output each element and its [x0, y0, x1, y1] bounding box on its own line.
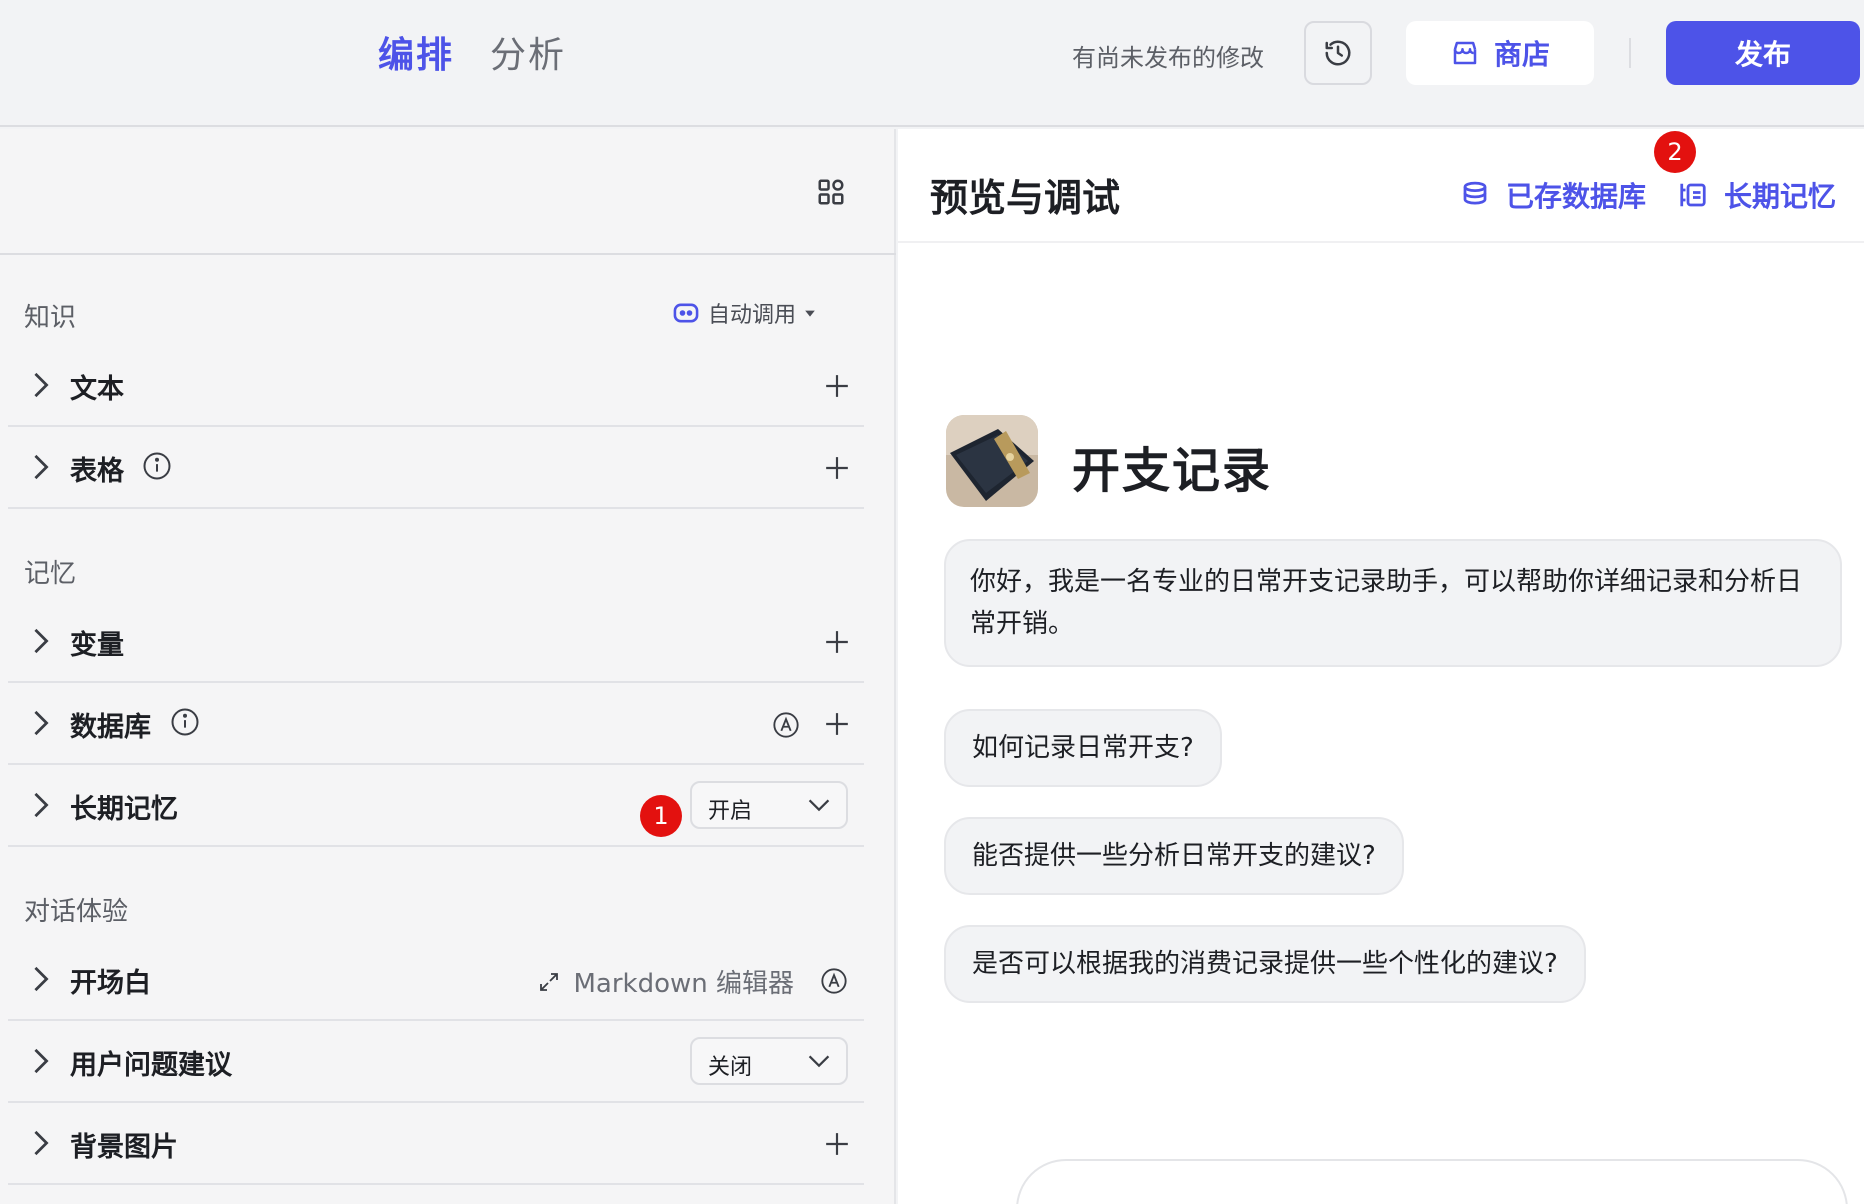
chevron-right-icon — [34, 710, 49, 736]
preview-panel: 预览与调试 已存数据库 2 长期记忆 开支记录 你好，我是一名专业的日常开支记录… — [898, 129, 1864, 1204]
row-label: 背景图片 — [70, 1132, 178, 1163]
database-icon — [1463, 181, 1487, 205]
bot-avatar — [946, 415, 1038, 507]
row-long-term-memory[interactable]: 长期记忆 1 开启 — [8, 765, 864, 847]
store-button[interactable]: 商店 — [1406, 21, 1594, 85]
config-panel: 知识 自动调用 文本 表格 记忆 变量 数据库 长期记忆 1 开启 对话体验 开… — [0, 129, 896, 1204]
section-knowledge-title: 知识 — [24, 303, 77, 333]
store-label: 商店 — [1493, 38, 1550, 71]
add-icon[interactable] — [824, 711, 850, 737]
add-icon[interactable] — [824, 629, 850, 655]
row-background-image[interactable]: 背景图片 — [8, 1103, 864, 1185]
annotation-badge-1: 1 — [640, 795, 682, 837]
row-label: 开场白 — [70, 968, 151, 999]
row-question-suggestions[interactable]: 用户问题建议 关闭 — [8, 1021, 864, 1103]
row-table[interactable]: 表格 — [8, 427, 864, 509]
section-experience-title: 对话体验 — [24, 897, 129, 927]
publish-button[interactable]: 发布 — [1666, 21, 1860, 85]
suggested-question[interactable]: 是否可以根据我的消费记录提供一些个性化的建议? — [944, 925, 1586, 1003]
row-text[interactable]: 文本 — [8, 345, 864, 427]
history-button[interactable] — [1304, 21, 1372, 85]
chevron-down-icon — [808, 1055, 830, 1068]
long-term-memory-select[interactable]: 开启 — [690, 781, 848, 829]
caret-down-icon — [805, 310, 815, 317]
saved-database-label: 已存数据库 — [1506, 180, 1647, 213]
wallet-image-icon — [946, 415, 1038, 507]
memory-list-icon — [1680, 183, 1706, 207]
row-label: 用户问题建议 — [70, 1050, 232, 1081]
tab-arrange[interactable]: 编排 — [378, 26, 454, 78]
add-icon[interactable] — [824, 455, 850, 481]
top-bar: 编排 分析 有尚未发布的修改 商店 发布 — [0, 0, 1864, 127]
question-suggestions-select[interactable]: 关闭 — [690, 1037, 848, 1085]
long-term-memory-label: 长期记忆 — [1724, 180, 1837, 213]
chevron-right-icon — [34, 1130, 49, 1156]
markdown-editor-label: Markdown 编辑器 — [573, 969, 794, 999]
robot-icon — [673, 303, 699, 323]
suggested-question[interactable]: 如何记录日常开支? — [944, 709, 1222, 787]
tab-analysis[interactable]: 分析 — [490, 26, 566, 78]
saved-database-link[interactable]: 已存数据库 — [1460, 175, 1646, 215]
add-icon[interactable] — [824, 1131, 850, 1157]
chat-input[interactable] — [1016, 1159, 1848, 1204]
row-database[interactable]: 数据库 — [8, 683, 864, 765]
row-label: 长期记忆 — [70, 794, 178, 825]
info-icon[interactable] — [142, 451, 172, 481]
chevron-right-icon — [34, 628, 49, 654]
row-variables[interactable]: 变量 — [8, 601, 864, 683]
bot-name: 开支记录 — [1072, 443, 1273, 499]
chevron-right-icon — [34, 966, 49, 992]
select-value: 开启 — [708, 799, 753, 824]
unpublished-notice: 有尚未发布的修改 — [1072, 44, 1264, 72]
preview-title: 预览与调试 — [930, 176, 1121, 220]
history-icon — [1325, 40, 1351, 66]
row-label: 数据库 — [70, 712, 151, 743]
config-panel-header — [0, 129, 896, 255]
auto-call-label: 自动调用 — [708, 303, 797, 328]
expand-icon — [540, 972, 559, 991]
markdown-editor-link[interactable]: Markdown 编辑器 — [537, 963, 794, 1000]
chevron-right-icon — [34, 1048, 49, 1074]
row-label: 变量 — [70, 630, 124, 661]
auto-mode-icon[interactable] — [772, 711, 800, 739]
auto-mode-icon[interactable] — [820, 967, 848, 995]
row-opening[interactable]: 开场白 Markdown 编辑器 — [8, 939, 864, 1021]
long-term-memory-link[interactable]: 长期记忆 — [1678, 175, 1836, 215]
add-icon[interactable] — [824, 373, 850, 399]
select-value: 关闭 — [708, 1055, 753, 1080]
chevron-right-icon — [34, 372, 49, 398]
layout-grid-icon[interactable] — [816, 177, 846, 207]
greeting-message: 你好，我是一名专业的日常开支记录助手，可以帮助你详细记录和分析日常开销。 — [944, 539, 1842, 667]
chevron-right-icon — [34, 454, 49, 480]
chevron-down-icon — [808, 799, 830, 812]
info-icon[interactable] — [170, 707, 200, 737]
suggested-question[interactable]: 能否提供一些分析日常开支的建议? — [944, 817, 1404, 895]
annotation-badge-2: 2 — [1654, 131, 1696, 173]
preview-header: 预览与调试 已存数据库 2 长期记忆 — [898, 129, 1864, 243]
auto-call-dropdown[interactable]: 自动调用 — [672, 297, 816, 329]
section-memory-title: 记忆 — [24, 559, 77, 589]
divider — [1629, 38, 1631, 68]
row-label: 文本 — [70, 374, 124, 405]
row-label: 表格 — [70, 456, 124, 487]
store-icon — [1453, 41, 1477, 65]
chevron-right-icon — [34, 792, 49, 818]
